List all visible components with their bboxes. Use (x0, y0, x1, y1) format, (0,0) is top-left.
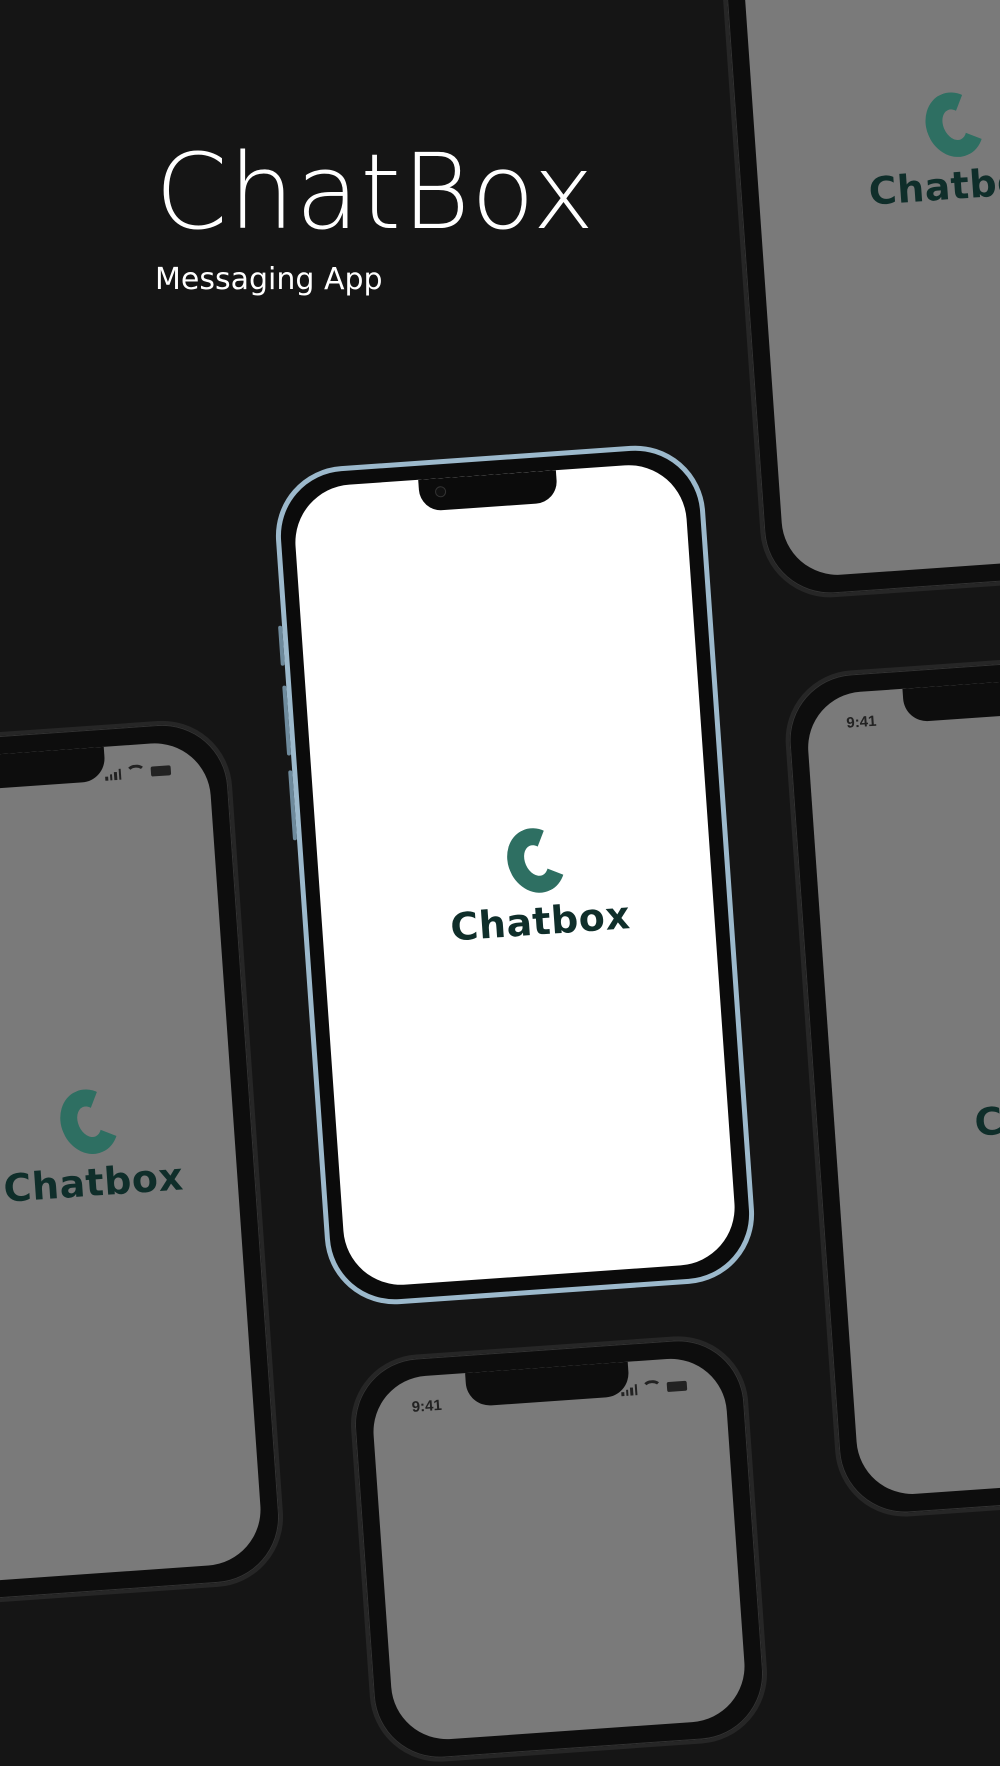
status-time: 9:41 (845, 712, 877, 732)
battery-icon (666, 1380, 688, 1393)
phone-screen: 9:41 (369, 1355, 749, 1743)
status-time: 9:41 (411, 1396, 443, 1416)
phone-mockup-right: 9:41 Ch (780, 646, 1000, 1522)
app-title: ChatBox (155, 131, 596, 253)
volume-button (278, 625, 285, 666)
chatbox-c-logo-icon (497, 818, 576, 903)
phone-mockup-bottom-center: 9:41 (346, 1331, 772, 1766)
logo: Chatbox (0, 1080, 185, 1211)
app-subtitle: Messaging App (155, 262, 383, 297)
status-bar-icons (621, 1378, 688, 1399)
wifi-icon (125, 763, 147, 782)
phone-screen: Chatbox (0, 739, 265, 1589)
logo: Ch (973, 1091, 1000, 1145)
phone-notch (418, 470, 559, 512)
status-bar-icons (104, 762, 172, 783)
phone-mockup-top-right: Chatbox (715, 0, 1000, 603)
logo: Chatbox (862, 83, 1000, 214)
splash-logo: Chatbox (444, 818, 632, 950)
phone-notch (465, 1361, 630, 1408)
logo-wordmark: Chatbox (867, 157, 1000, 214)
battery-icon (150, 765, 172, 777)
volume-button (282, 685, 292, 756)
logo-wordmark: Chatbox (448, 893, 632, 950)
phone-notch (902, 677, 1000, 723)
volume-button (288, 770, 298, 841)
camera-icon (434, 485, 447, 498)
wifi-icon (641, 1379, 663, 1397)
phone-notch (0, 746, 106, 794)
chatbox-c-logo-icon (915, 83, 994, 167)
hero-heading: ChatBox Messaging App (155, 140, 595, 297)
logo-wordmark: Chatbox (2, 1154, 185, 1211)
chatbox-c-logo-icon (50, 1080, 129, 1164)
phone-screen: Chatbox (739, 0, 1000, 579)
phone-screen: 9:41 Ch (804, 670, 1000, 1498)
phone-mockup-main: Chatbox (271, 441, 759, 1309)
phone-mockup-bottom-left: Chatbox (0, 716, 288, 1612)
logo-wordmark: Ch (973, 1096, 1000, 1145)
signal-icon (105, 768, 122, 781)
splash-screen: Chatbox (291, 461, 739, 1289)
signal-icon (621, 1383, 638, 1396)
